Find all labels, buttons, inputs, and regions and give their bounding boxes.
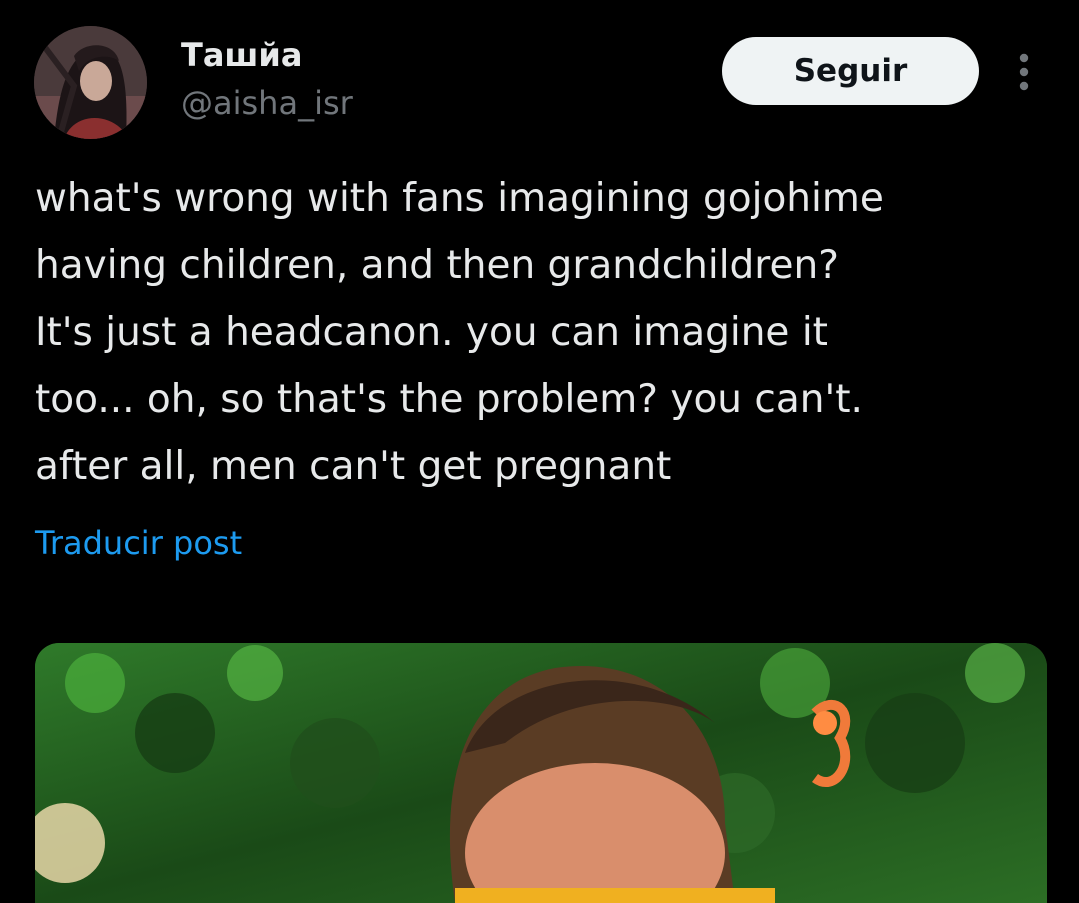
author-display-name[interactable]: Ташйа [181, 36, 302, 74]
media-photo [35, 643, 1047, 903]
post-media-image[interactable] [35, 643, 1047, 903]
post-text: what's wrong with fans imagining gojohim… [35, 176, 884, 489]
translate-post-link[interactable]: Traducir post [35, 524, 242, 562]
more-vertical-icon [1019, 53, 1029, 91]
more-options-button[interactable] [1006, 50, 1042, 94]
avatar-image [34, 26, 147, 139]
author-handle[interactable]: @aisha_isr [181, 84, 353, 122]
follow-button[interactable]: Seguir [722, 37, 979, 105]
author-avatar[interactable] [34, 26, 147, 139]
